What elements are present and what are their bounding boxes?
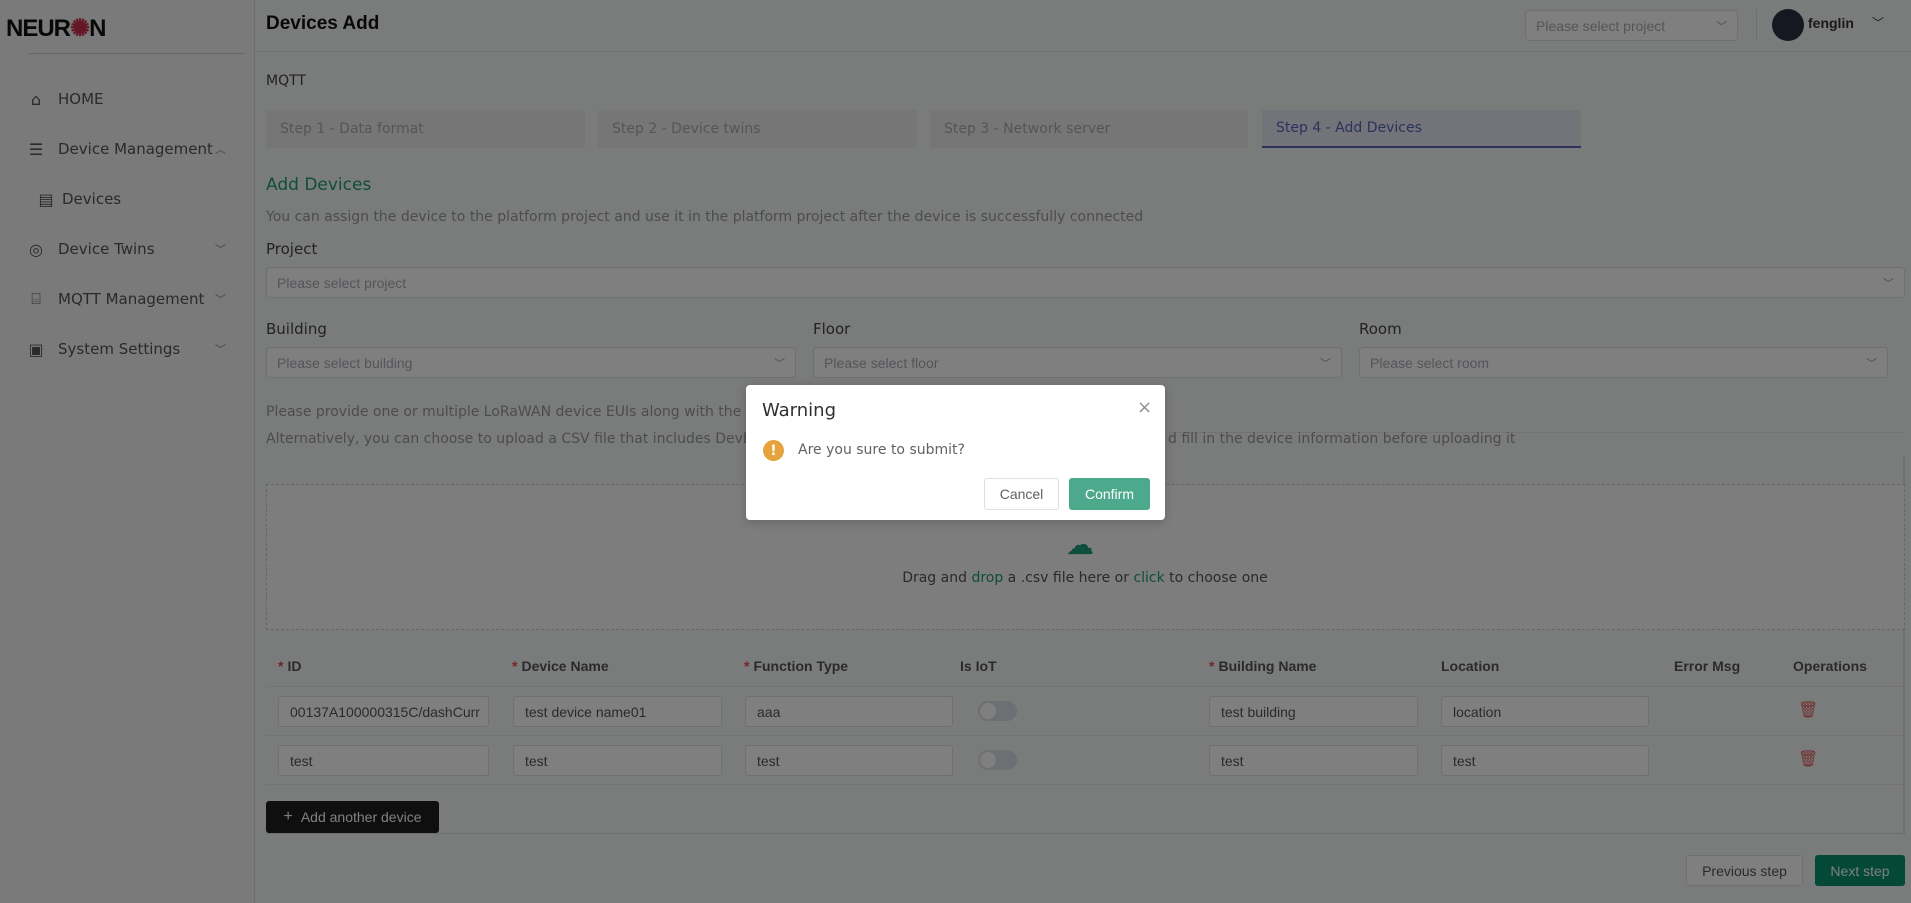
- dialog-message: Are you sure to submit?: [798, 442, 965, 458]
- cancel-button[interactable]: Cancel: [984, 478, 1059, 510]
- confirm-button[interactable]: Confirm: [1069, 478, 1150, 510]
- close-icon[interactable]: ×: [1137, 397, 1152, 418]
- dialog-title: Warning: [762, 400, 837, 421]
- warning-dialog: Warning × ! Are you sure to submit? Canc…: [746, 385, 1165, 520]
- warning-icon: !: [763, 440, 784, 461]
